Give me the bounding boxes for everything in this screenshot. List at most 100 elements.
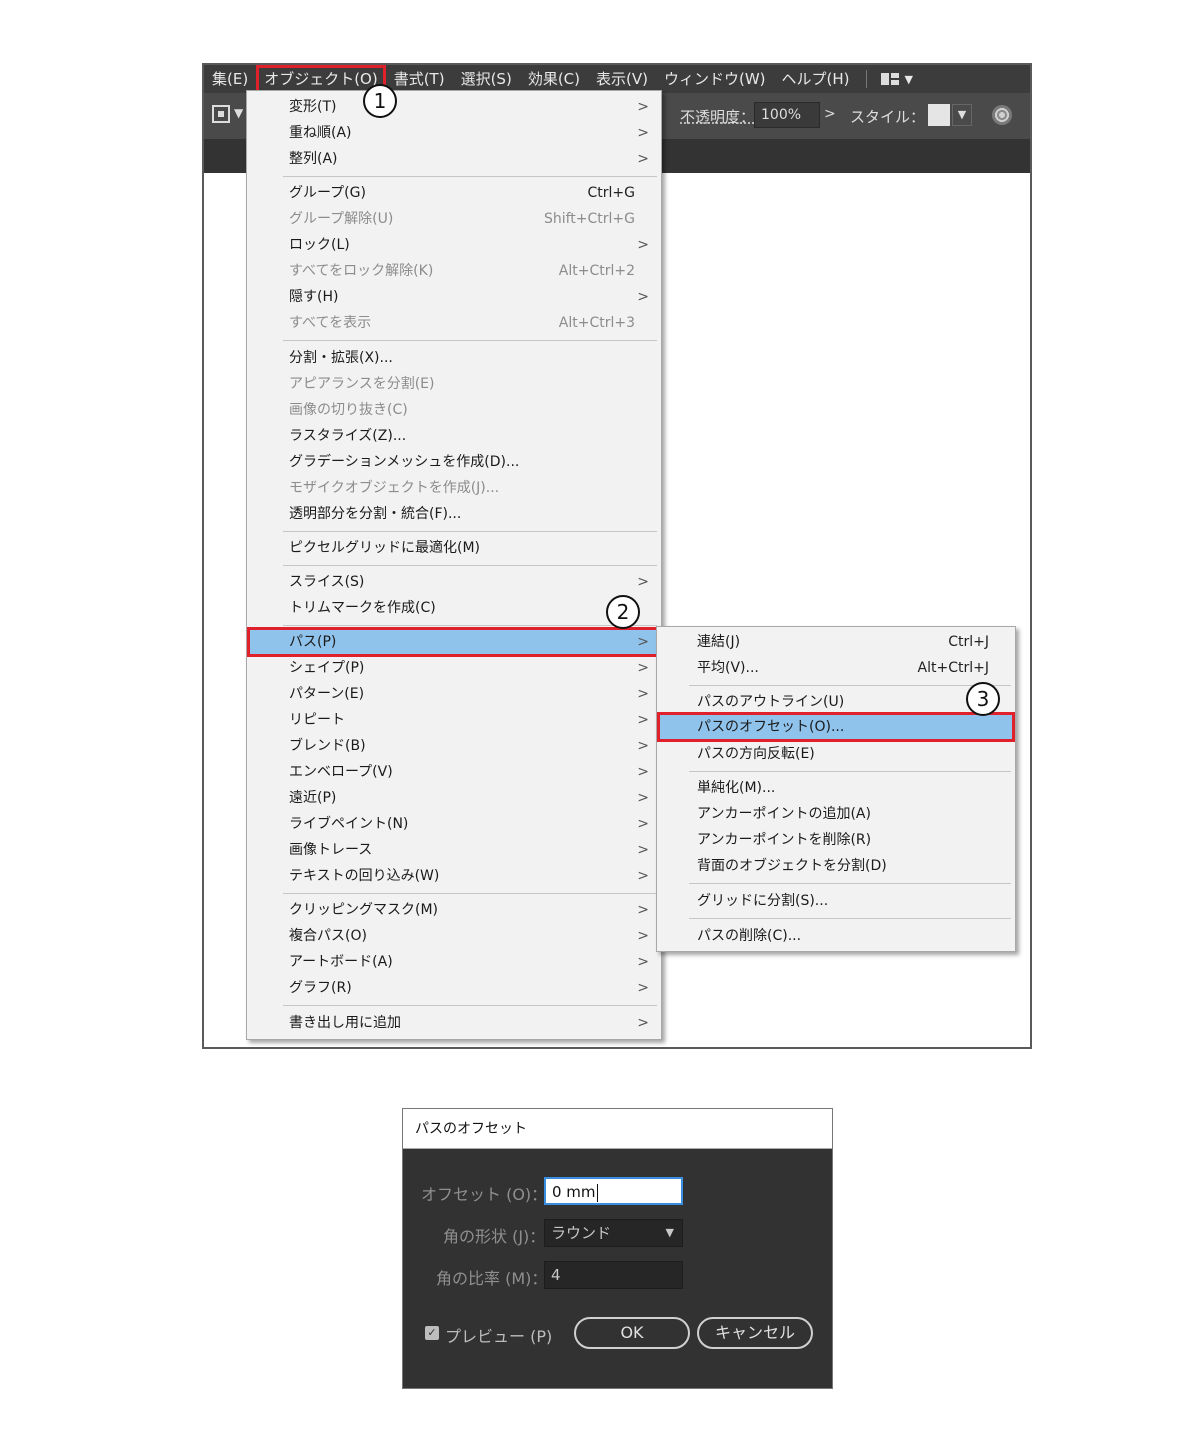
menu-item-clipping-mask[interactable]: クリッピングマスク(M) > bbox=[247, 897, 661, 923]
menu-item-remove-anchor[interactable]: アンカーポイントを削除(R) bbox=[657, 827, 1015, 853]
opacity-label[interactable]: 不透明度： bbox=[680, 106, 755, 127]
menu-item-trim-marks[interactable]: トリムマークを作成(C) bbox=[247, 595, 661, 621]
menu-item-label: 透明部分を分割・統合(F)... bbox=[289, 506, 462, 522]
chevron-right-icon: > bbox=[637, 1015, 649, 1031]
ratio-input[interactable]: 4 bbox=[544, 1261, 683, 1289]
menu-item-rasterize[interactable]: ラスタライズ(Z)... bbox=[247, 423, 661, 449]
menu-help[interactable]: ヘルプ(H) bbox=[774, 65, 858, 93]
menu-item-compound-path[interactable]: 複合パス(O) > bbox=[247, 923, 661, 949]
menu-item-ungroup[interactable]: グループ解除(U) Shift+Ctrl+G bbox=[247, 206, 661, 232]
menu-item-offset-path[interactable]: パスのオフセット(O)... bbox=[657, 712, 1015, 742]
menu-item-unlock-all[interactable]: すべてをロック解除(K) Alt+Ctrl+2 bbox=[247, 258, 661, 284]
menu-item-clean-up[interactable]: パスの削除(C)... bbox=[657, 923, 1015, 949]
menu-item-pattern[interactable]: パターン(E) > bbox=[247, 681, 661, 707]
menu-item-artboards[interactable]: アートボード(A) > bbox=[247, 949, 661, 975]
menu-item-label: アートボード(A) bbox=[289, 954, 393, 970]
menu-item-label: グループ解除(U) bbox=[289, 211, 394, 227]
menu-select[interactable]: 選択(S) bbox=[453, 65, 520, 93]
selection-indicator-icon[interactable] bbox=[212, 105, 230, 123]
chevron-down-icon: ▼ bbox=[665, 1226, 674, 1239]
menu-item-path[interactable]: パス(P) > bbox=[247, 627, 661, 657]
menu-item-label: モザイクオブジェクトを作成(J)... bbox=[289, 480, 500, 496]
chevron-right-icon: > bbox=[637, 99, 649, 115]
menu-item-flatten-transparency[interactable]: 透明部分を分割・統合(F)... bbox=[247, 501, 661, 527]
menu-item-label: エンベロープ(V) bbox=[289, 764, 393, 780]
menu-item-expand-appearance[interactable]: アピアランスを分割(E) bbox=[247, 371, 661, 397]
menu-item-label: グループ(G) bbox=[289, 185, 366, 201]
menu-window[interactable]: ウィンドウ(W) bbox=[656, 65, 774, 93]
menu-item-text-wrap[interactable]: テキストの回り込み(W) > bbox=[247, 863, 661, 889]
workspace-switcher[interactable]: ▼ bbox=[875, 73, 919, 86]
menu-item-arrange[interactable]: 重ね順(A) > bbox=[247, 120, 661, 146]
menu-item-crop-image[interactable]: 画像の切り抜き(C) bbox=[247, 397, 661, 423]
menu-item-label: トリムマークを作成(C) bbox=[289, 600, 436, 616]
menu-item-pixel-perfect[interactable]: ピクセルグリッドに最適化(M) bbox=[247, 535, 661, 561]
ok-button[interactable]: OK bbox=[574, 1317, 690, 1349]
menu-item-perspective[interactable]: 遠近(P) > bbox=[247, 785, 661, 811]
menu-item-show-all[interactable]: すべてを表示 Alt+Ctrl+3 bbox=[247, 310, 661, 336]
menu-item-label: アピアランスを分割(E) bbox=[289, 376, 435, 392]
menu-item-expand[interactable]: 分割・拡張(X)... bbox=[247, 345, 661, 371]
menu-item-label: 変形(T) bbox=[289, 99, 337, 115]
preview-label[interactable]: プレビュー (P) bbox=[445, 1323, 552, 1347]
menu-item-graph[interactable]: グラフ(R) > bbox=[247, 975, 661, 1001]
opacity-input[interactable]: 100% bbox=[754, 102, 820, 128]
menu-item-split-grid[interactable]: グリッドに分割(S)... bbox=[657, 888, 1015, 914]
menu-item-label: 重ね順(A) bbox=[289, 125, 352, 141]
offset-input[interactable]: 0 mm bbox=[544, 1177, 683, 1205]
menu-item-reverse-path[interactable]: パスの方向反転(E) bbox=[657, 741, 1015, 767]
chevron-down-icon[interactable]: ▼ bbox=[952, 104, 972, 126]
menu-item-object-mosaic[interactable]: モザイクオブジェクトを作成(J)... bbox=[247, 475, 661, 501]
menu-item-align[interactable]: 整列(A) > bbox=[247, 146, 661, 172]
chevron-right-icon: > bbox=[637, 712, 649, 728]
menu-item-lock[interactable]: ロック(L) > bbox=[247, 232, 661, 258]
menu-item-simplify[interactable]: 単純化(M)... bbox=[657, 775, 1015, 801]
menu-item-label: スライス(S) bbox=[289, 574, 365, 590]
chevron-right-icon[interactable]: > bbox=[824, 106, 836, 122]
menu-separator bbox=[283, 625, 657, 626]
menu-item-shape[interactable]: シェイプ(P) > bbox=[247, 655, 661, 681]
chevron-down-icon[interactable]: ▼ bbox=[234, 106, 243, 120]
recolor-globe-icon[interactable] bbox=[992, 105, 1012, 125]
chevron-right-icon: > bbox=[637, 816, 649, 832]
menu-type[interactable]: 書式(T) bbox=[386, 65, 453, 93]
menu-edit[interactable]: 集(E) bbox=[204, 65, 256, 93]
menu-effect[interactable]: 効果(C) bbox=[520, 65, 588, 93]
menu-item-transform[interactable]: 変形(T) > bbox=[247, 94, 661, 120]
menu-item-label: 画像トレース bbox=[289, 842, 373, 858]
cancel-button[interactable]: キャンセル bbox=[697, 1317, 813, 1349]
menu-item-live-paint[interactable]: ライブペイント(N) > bbox=[247, 811, 661, 837]
menu-shortcut: Alt+Ctrl+2 bbox=[558, 263, 635, 279]
menu-item-label: 複合パス(O) bbox=[289, 928, 367, 944]
menu-item-gradient-mesh[interactable]: グラデーションメッシュを作成(D)... bbox=[247, 449, 661, 475]
menu-item-average[interactable]: 平均(V)... Alt+Ctrl+J bbox=[657, 655, 1015, 681]
step-badge-1: 1 bbox=[363, 84, 397, 118]
menu-item-envelope[interactable]: エンベロープ(V) > bbox=[247, 759, 661, 785]
menu-item-image-trace[interactable]: 画像トレース > bbox=[247, 837, 661, 863]
menu-item-export-add[interactable]: 書き出し用に追加 > bbox=[247, 1010, 661, 1036]
menu-item-label: クリッピングマスク(M) bbox=[289, 902, 439, 918]
style-swatch[interactable] bbox=[928, 104, 950, 126]
menu-item-label: 背面のオブジェクトを分割(D) bbox=[697, 858, 887, 874]
menu-item-label: ラスタライズ(Z)... bbox=[289, 428, 407, 444]
menu-separator bbox=[283, 893, 657, 894]
menu-item-join[interactable]: 連結(J) Ctrl+J bbox=[657, 629, 1015, 655]
preview-checkbox[interactable]: ✓ bbox=[425, 1326, 439, 1340]
menu-shortcut: Alt+Ctrl+3 bbox=[558, 315, 635, 331]
menu-item-label: 画像の切り抜き(C) bbox=[289, 402, 408, 418]
corner-select[interactable]: ラウンド ▼ bbox=[544, 1219, 683, 1247]
menu-item-label: 連結(J) bbox=[697, 634, 741, 650]
offset-label: オフセット (O)： bbox=[421, 1185, 548, 1204]
menu-item-label: すべてを表示 bbox=[289, 315, 372, 331]
menu-item-slice[interactable]: スライス(S) > bbox=[247, 569, 661, 595]
menu-item-hide[interactable]: 隠す(H) > bbox=[247, 284, 661, 310]
menu-item-blend[interactable]: ブレンド(B) > bbox=[247, 733, 661, 759]
menu-view[interactable]: 表示(V) bbox=[588, 65, 656, 93]
menu-item-label: 隠す(H) bbox=[289, 289, 339, 305]
text-caret bbox=[596, 1183, 598, 1202]
menu-item-repeat[interactable]: リピート > bbox=[247, 707, 661, 733]
menu-item-group[interactable]: グループ(G) Ctrl+G bbox=[247, 180, 661, 206]
menu-item-add-anchor[interactable]: アンカーポイントの追加(A) bbox=[657, 801, 1015, 827]
menu-item-divide-below[interactable]: 背面のオブジェクトを分割(D) bbox=[657, 853, 1015, 879]
menu-item-label: アンカーポイントの追加(A) bbox=[697, 806, 871, 822]
